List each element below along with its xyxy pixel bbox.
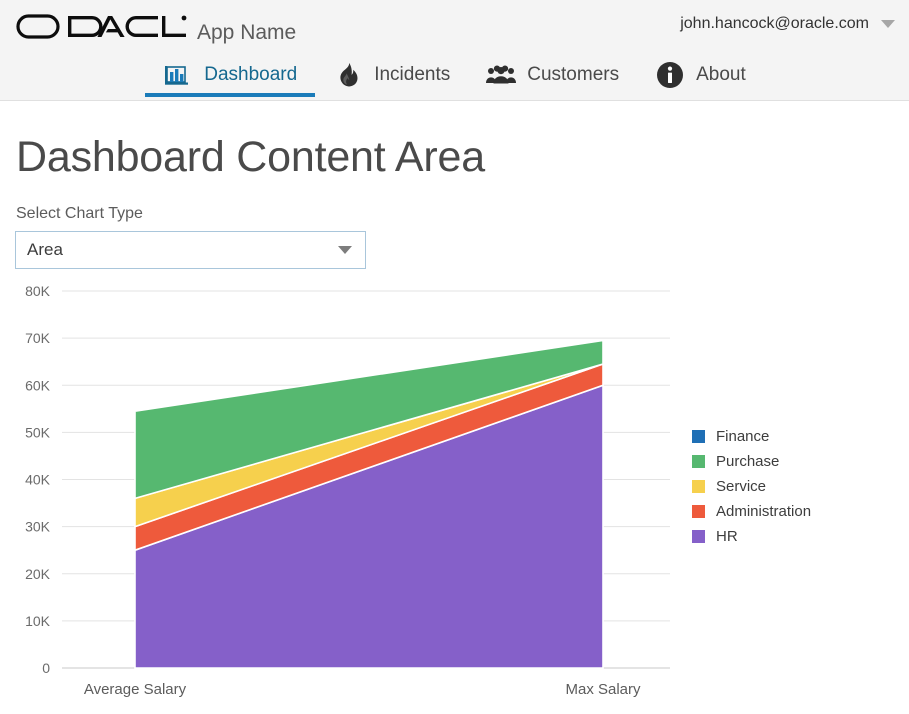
tab-incidents-label: Incidents [374,63,451,85]
legend-label: Finance [716,428,770,445]
legend-label: Purchase [716,453,780,470]
tab-about-label: About [696,63,746,85]
y-axis-tick-label: 30K [25,519,51,535]
bar-chart-icon [163,60,193,90]
app-header: App Name john.hancock@oracle.com Dashboa… [0,0,909,101]
y-axis-tick-label: 40K [25,472,51,488]
y-axis-tick-label: 20K [25,566,51,582]
x-axis-tick-label: Average Salary [84,681,187,698]
tab-customers-label: Customers [527,63,620,85]
tab-about[interactable]: About [637,52,764,97]
oracle-logo-icon [16,10,188,42]
people-group-icon [486,60,517,90]
legend-label: HR [716,528,738,545]
main-nav-tabs: Dashboard Incidents Customers About [0,52,909,101]
legend-item[interactable]: Service [692,474,811,499]
flame-icon [333,60,363,90]
chevron-down-icon [338,246,352,254]
legend-label: Administration [716,503,812,520]
legend-item[interactable]: Finance [692,424,811,449]
legend-item[interactable]: Administration [692,499,811,524]
page-title: Dashboard Content Area [16,133,485,181]
y-axis-tick-label: 70K [25,330,51,346]
tab-incidents[interactable]: Incidents [315,52,468,97]
chevron-down-icon [881,20,895,28]
tab-customers[interactable]: Customers [468,52,637,97]
select-chart-type-label: Select Chart Type [16,205,143,222]
info-circle-icon [655,60,685,90]
legend-swatch-icon [692,430,705,443]
legend-swatch-icon [692,455,705,468]
y-axis-tick-label: 10K [25,613,51,629]
user-menu[interactable]: john.hancock@oracle.com [680,15,895,33]
chart-legend: Finance Purchase Service Administration HR [692,424,811,549]
y-axis-tick-label: 80K [25,283,51,299]
legend-item[interactable]: HR [692,524,811,549]
y-axis-tick-label: 50K [25,424,51,440]
app-name-label: App Name [197,21,297,44]
select-chart-type-value: Area [27,240,63,259]
x-axis-tick-label: Max Salary [565,681,641,698]
legend-label: Service [716,478,767,495]
legend-swatch-icon [692,505,705,518]
brand: App Name [16,10,296,48]
legend-swatch-icon [692,480,705,493]
user-email-label: john.hancock@oracle.com [680,15,869,32]
tab-dashboard-label: Dashboard [204,63,298,85]
select-chart-type-dropdown[interactable]: Area [15,231,366,269]
tab-dashboard[interactable]: Dashboard [145,52,316,97]
legend-swatch-icon [692,530,705,543]
y-axis-tick-label: 60K [25,377,51,393]
y-axis-tick-label: 0 [42,660,50,676]
legend-item[interactable]: Purchase [692,449,811,474]
